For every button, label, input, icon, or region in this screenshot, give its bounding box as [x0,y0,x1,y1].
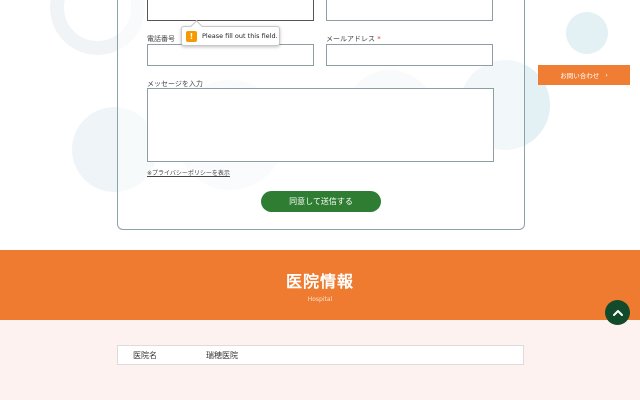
table-row: 医院名 瑞穂医院 [117,345,524,365]
background-decoration [566,12,608,54]
submit-button[interactable]: 同意して送信する [261,191,381,212]
phone-field[interactable] [147,44,314,66]
email-label: メールアドレス * [326,35,381,43]
info-value: 瑞穂医院 [206,350,238,360]
section-subtitle: Hospital [307,295,333,303]
message-textarea[interactable] [147,88,494,162]
hospital-info-header: 医院情報 Hospital [0,250,640,320]
phone-label: 電話番号 [147,35,175,43]
validation-message: Please fill out this field. [202,32,278,40]
chevron-up-icon [612,309,623,316]
scroll-to-top-button[interactable] [605,300,630,325]
info-key: 医院名 [133,350,157,360]
email-field[interactable] [326,44,493,66]
contact-button[interactable]: お問い合わせ › [538,65,630,85]
chevron-right-icon: › [605,71,608,79]
name-field[interactable] [147,0,314,21]
required-mark: * [377,35,381,43]
furigana-field[interactable] [326,0,493,21]
contact-button-label: お問い合わせ [560,72,600,80]
section-title: 医院情報 [285,271,354,291]
warning-icon: ! [186,30,197,42]
privacy-policy-link[interactable]: ※プライバシーポリシーを表示 [147,168,230,177]
validation-tooltip: ! Please fill out this field. [181,26,280,46]
